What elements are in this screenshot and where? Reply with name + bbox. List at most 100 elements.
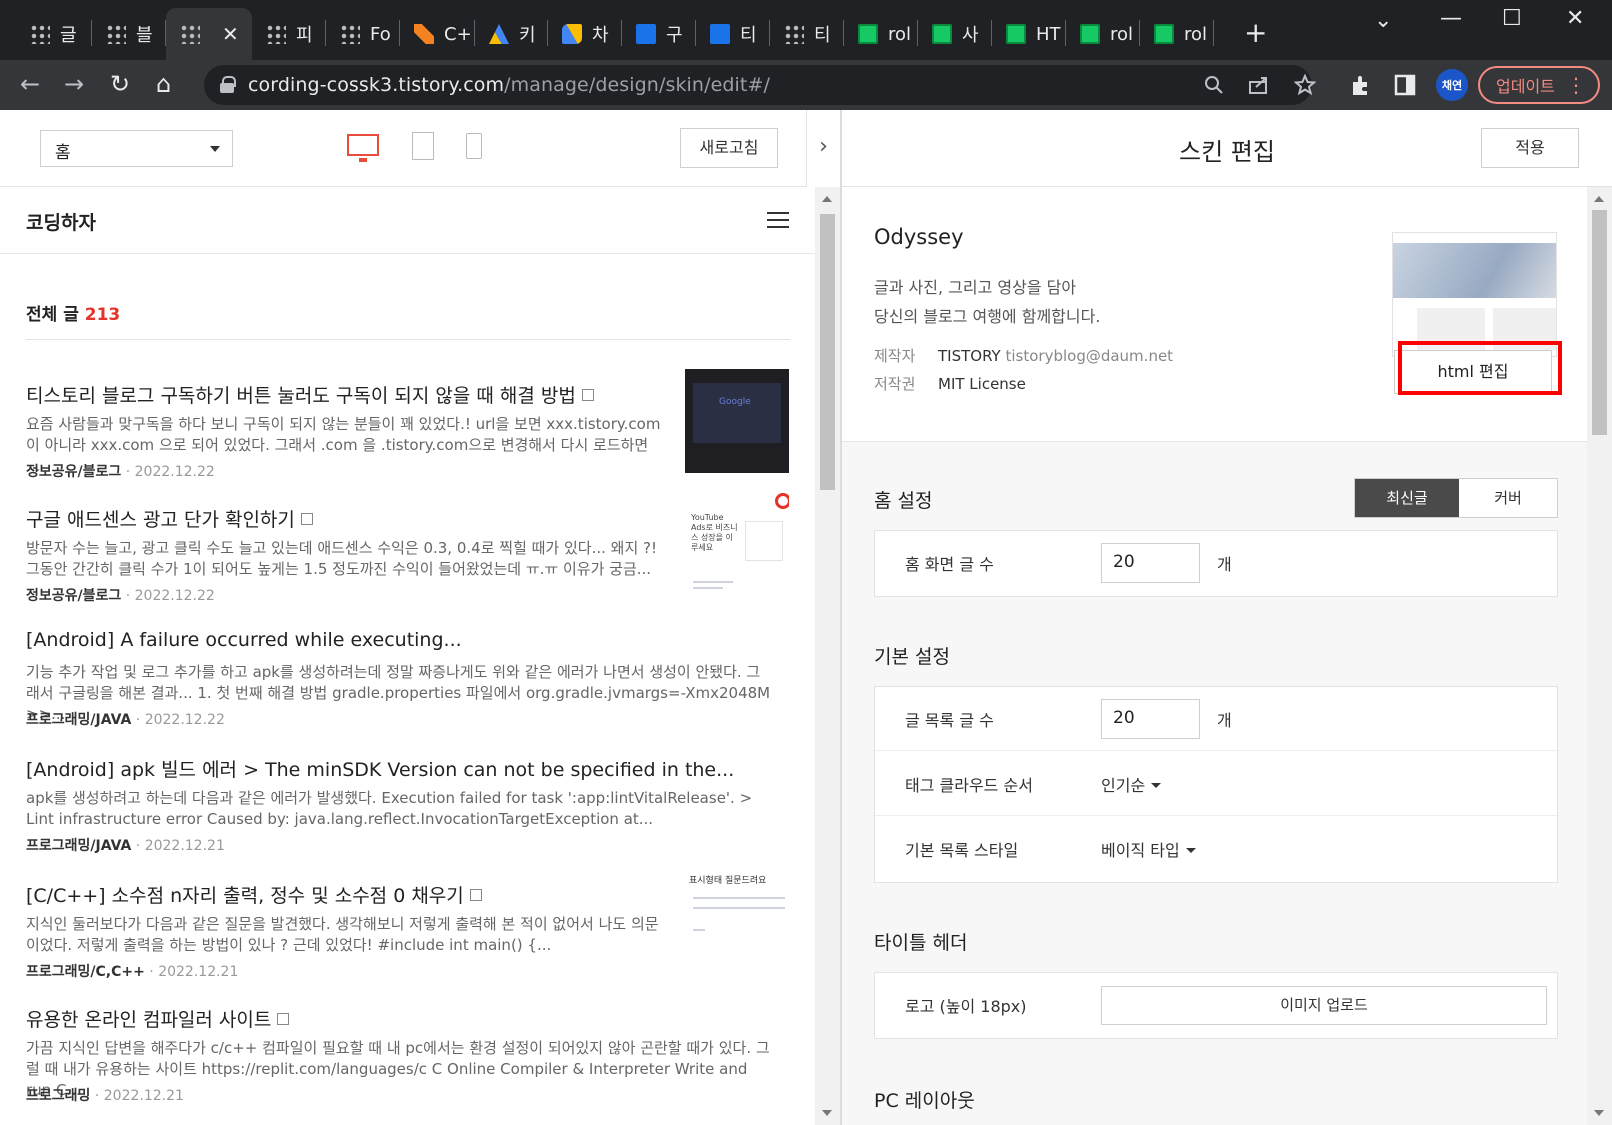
post-item[interactable]: [Android] A failure occurred while execu… <box>26 629 791 747</box>
scroll-down-icon[interactable] <box>822 1110 832 1116</box>
url-text[interactable]: cording-cossk3.tistory.com/manage/design… <box>248 74 770 96</box>
list-style-dropdown[interactable]: 베이직 타입 <box>1101 837 1196 861</box>
forward-button[interactable]: → <box>64 70 84 98</box>
update-button[interactable]: 업데이트 ⋮ <box>1478 66 1600 104</box>
thumbnail-screen <box>693 383 781 443</box>
post-category[interactable]: 프로그래밍/C,C++ <box>26 964 145 980</box>
menu-icon[interactable] <box>767 212 789 228</box>
post-category[interactable]: 프로그래밍/JAVA <box>26 838 131 854</box>
post-item[interactable]: [Android] apk 빌드 에러 > The minSDK Version… <box>26 755 791 873</box>
scroll-up-icon[interactable] <box>822 196 832 202</box>
extensions-icon[interactable] <box>1350 74 1372 96</box>
browser-tab[interactable]: rol <box>1066 8 1140 60</box>
green-favicon-icon <box>932 24 952 44</box>
post-title[interactable]: 티스토리 블로그 구독하기 버튼 눌러도 구독이 되지 않을 때 해결 방법 <box>26 381 594 408</box>
post-title[interactable]: 구글 애드센스 광고 단가 확인하기 <box>26 505 313 532</box>
highlight-box <box>1398 341 1562 395</box>
post-item[interactable]: 티스토리 블로그 구독하기 버튼 눌러도 구독이 되지 않을 때 해결 방법 요… <box>26 369 791 499</box>
tablet-view-icon[interactable] <box>412 132 434 160</box>
dropdown-value: 인기순 <box>1101 776 1146 795</box>
collapse-panel-button[interactable]: › <box>806 110 840 187</box>
address-bar[interactable]: cording-cossk3.tistory.com/manage/design… <box>204 65 1316 105</box>
editor-scrollbar[interactable] <box>1587 187 1612 1125</box>
new-tab-button[interactable]: + <box>1244 16 1267 49</box>
image-upload-button[interactable]: 이미지 업로드 <box>1101 986 1547 1025</box>
page-select[interactable]: 홈 <box>40 130 233 167</box>
side-panel-icon[interactable] <box>1394 74 1416 96</box>
post-category[interactable]: 프로그래밍/JAVA <box>26 712 131 728</box>
post-thumbnail[interactable]: YouTube Ads로 비즈니스 성장을 이루세요 <box>685 493 789 597</box>
post-category[interactable]: 프로그래밍 <box>26 1088 90 1104</box>
post-title[interactable]: [Android] A failure occurred while execu… <box>26 629 462 651</box>
browser-tab[interactable]: 티 <box>696 8 770 60</box>
home-count-input[interactable]: 20 <box>1101 543 1200 583</box>
refresh-button[interactable]: 새로고침 <box>680 128 778 168</box>
post-title[interactable]: [C/C++] 소수점 n자리 출력, 정수 및 소수점 0 채우기 <box>26 881 482 908</box>
share-icon[interactable] <box>1248 75 1270 95</box>
post-category[interactable]: 정보공유/블로그 <box>26 464 121 480</box>
blog-preview: 코딩하자 전체 글 213 티스토리 블로그 구독하기 버튼 눌러도 구독이 되… <box>0 187 840 1125</box>
browser-tab[interactable]: C+ <box>400 8 475 60</box>
scroll-up-icon[interactable] <box>1594 196 1604 202</box>
browser-tab[interactable]: rol <box>1140 8 1214 60</box>
list-count-input[interactable]: 20 <box>1101 699 1200 739</box>
reload-button[interactable]: ↻ <box>110 70 130 98</box>
post-thumbnail[interactable]: 표시형태 질문드려요 <box>685 869 789 973</box>
thumbnail-line <box>693 587 723 589</box>
browser-tab[interactable]: ✕ <box>166 8 252 60</box>
mobile-view-icon[interactable] <box>466 133 482 159</box>
bookmark-star-icon[interactable] <box>1294 74 1316 96</box>
browser-tab[interactable]: 피 <box>252 8 326 60</box>
close-window-button[interactable]: ✕ <box>1566 6 1584 31</box>
zoom-icon[interactable] <box>1204 75 1224 95</box>
post-category[interactable]: 정보공유/블로그 <box>26 588 121 604</box>
title-header-title: 타이틀 헤더 <box>874 932 968 954</box>
thumbnail-google-text: Google <box>719 397 751 407</box>
total-posts: 전체 글 213 <box>26 300 120 325</box>
tistory-favicon-icon <box>106 24 126 44</box>
tab-search-chevron-icon[interactable]: ⌄ <box>1374 8 1392 33</box>
post-item[interactable]: [C/C++] 소수점 n자리 출력, 정수 및 소수점 0 채우기 지식인 둘… <box>26 869 791 999</box>
post-meta: 프로그래밍/C,C++ · 2022.12.21 <box>26 961 238 981</box>
blog-name[interactable]: 코딩하자 <box>26 208 96 235</box>
seg-cover-button[interactable]: 커버 <box>1459 479 1557 517</box>
back-button[interactable]: ← <box>20 70 40 98</box>
browser-tab[interactable]: rol <box>844 8 918 60</box>
home-button[interactable]: ⌂ <box>156 70 171 98</box>
scrollbar-thumb[interactable] <box>820 214 835 490</box>
image-indicator-icon <box>277 1013 290 1025</box>
post-item[interactable]: 유용한 온라인 컴파일러 사이트 가끔 지식인 답변을 해주다가 c/c++ 컴… <box>26 1005 791 1123</box>
maximize-button[interactable]: ☐ <box>1502 6 1522 31</box>
author-label: 제작자 <box>874 347 916 365</box>
close-tab-icon[interactable]: ✕ <box>222 22 239 46</box>
profile-avatar[interactable]: 채연 <box>1436 69 1468 101</box>
browser-tab[interactable]: 키 <box>475 8 548 60</box>
browser-tab[interactable]: 사 <box>918 8 992 60</box>
post-title[interactable]: 유용한 온라인 컴파일러 사이트 <box>26 1005 290 1032</box>
license-value: MIT License <box>938 375 1026 393</box>
tag-order-dropdown[interactable]: 인기순 <box>1101 772 1162 796</box>
minimize-button[interactable]: — <box>1440 6 1462 31</box>
preview-scrollbar[interactable] <box>815 187 840 1125</box>
browser-tab[interactable]: 블 <box>92 8 166 60</box>
post-thumbnail[interactable]: Google <box>685 369 789 473</box>
lock-icon[interactable] <box>220 76 236 93</box>
browser-menu-icon[interactable]: ⋮ <box>1566 73 1586 97</box>
apply-button[interactable]: 적용 <box>1481 128 1579 168</box>
post-item[interactable]: 구글 애드센스 광고 단가 확인하기 방문자 수는 늘고, 광고 클릭 수도 늘… <box>26 493 791 623</box>
google-ads-favicon-icon <box>489 24 509 44</box>
scrollbar-thumb[interactable] <box>1592 210 1607 435</box>
browser-tab[interactable]: Fo <box>326 8 400 60</box>
seg-latest-button[interactable]: 최신글 <box>1355 479 1459 517</box>
scroll-down-icon[interactable] <box>1594 1110 1604 1116</box>
green-favicon-icon <box>1080 24 1100 44</box>
browser-tab[interactable]: 글 <box>16 8 92 60</box>
browser-tab[interactable]: 티 <box>770 8 844 60</box>
page-select-value: 홈 <box>55 143 71 163</box>
tistory-favicon-icon <box>784 24 804 44</box>
browser-tab[interactable]: 차 <box>548 8 622 60</box>
browser-tab[interactable]: 구 <box>622 8 696 60</box>
browser-tab[interactable]: HT <box>992 8 1066 60</box>
desktop-view-icon[interactable] <box>347 134 379 162</box>
post-title[interactable]: [Android] apk 빌드 에러 > The minSDK Version… <box>26 755 734 782</box>
